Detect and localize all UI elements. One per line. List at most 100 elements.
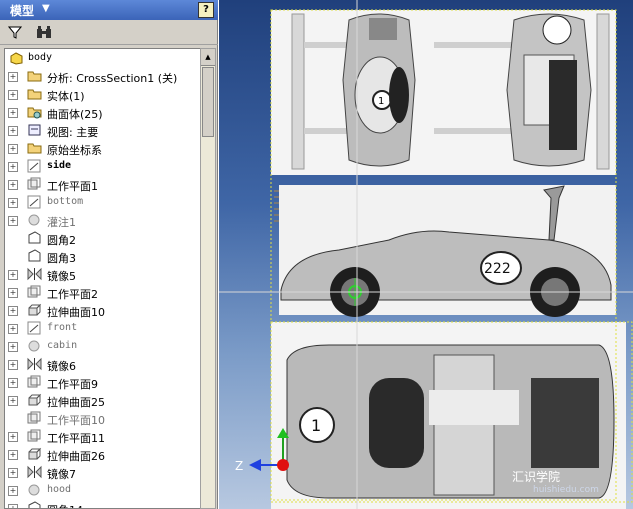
tree-item[interactable]: + 镜像6 (5, 356, 200, 374)
expand-toggle[interactable]: + (8, 486, 18, 496)
expand-toggle[interactable]: + (8, 126, 18, 136)
tree-item-label: 实体(1) (47, 90, 85, 103)
expand-toggle[interactable]: + (8, 432, 18, 442)
tree-item-label: 拉伸曲面26 (47, 450, 105, 463)
panel-title[interactable]: 模型 (10, 2, 34, 19)
panel-title-bar[interactable]: 模型 ▼ ? (0, 0, 218, 20)
svg-text:1: 1 (311, 416, 321, 435)
tree-scrollbar[interactable]: ▲ (200, 48, 216, 509)
fillet-icon (27, 231, 42, 245)
expand-toggle[interactable]: + (8, 288, 18, 298)
tree-item[interactable]: + bottom (5, 194, 200, 212)
expand-toggle[interactable]: + (8, 216, 18, 226)
tree-item-label: 镜像6 (47, 360, 76, 373)
tree-item[interactable]: body (5, 50, 200, 68)
tree-item-label: 分析: CrossSection1 (关) (47, 72, 178, 85)
extrude-icon (27, 447, 42, 461)
tree-item-label: 灌注1 (47, 216, 76, 229)
tree-item-label: 镜像5 (47, 270, 76, 283)
chevron-down-icon[interactable]: ▼ (42, 3, 50, 14)
tree-item[interactable]: + 实体(1) (5, 86, 200, 104)
expand-toggle[interactable]: + (8, 378, 18, 388)
expand-toggle[interactable]: + (8, 198, 18, 208)
z-axis-label: Z (235, 459, 243, 473)
tree-item[interactable]: + 分析: CrossSection1 (关) (5, 68, 200, 86)
car-blueprint-image: 1 222 1 Z (219, 0, 633, 509)
tree-item[interactable]: + 镜像5 (5, 266, 200, 284)
expand-toggle[interactable]: + (8, 180, 18, 190)
expand-toggle[interactable]: + (8, 270, 18, 280)
work-plane-icon (27, 411, 42, 425)
tree-item[interactable]: + 拉伸曲面25 (5, 392, 200, 410)
tree-item[interactable]: + 镜像7 (5, 464, 200, 482)
tree-item-label: 镜像7 (47, 468, 76, 481)
expand-toggle[interactable]: + (8, 342, 18, 352)
tree-item[interactable]: 圆角2 (5, 230, 200, 248)
tree-item[interactable]: + 原始坐标系 (5, 140, 200, 158)
expand-toggle[interactable]: + (8, 72, 18, 82)
extrude-icon (27, 303, 42, 317)
tree-item[interactable]: + 工作平面9 (5, 374, 200, 392)
surface-folder-icon (27, 105, 42, 119)
tree-item[interactable]: + 视图: 主要 (5, 122, 200, 140)
expand-toggle[interactable]: + (8, 162, 18, 172)
folder-icon (27, 69, 42, 83)
tree-item-label: 圆角3 (47, 252, 76, 265)
part-icon (9, 51, 24, 65)
sketch-icon (27, 195, 42, 209)
expand-toggle[interactable]: + (8, 90, 18, 100)
filter-icon[interactable] (8, 25, 22, 39)
tree-item-label: 工作平面11 (47, 432, 105, 445)
expand-toggle[interactable]: + (8, 144, 18, 154)
expand-toggle[interactable]: + (8, 504, 18, 508)
expand-toggle[interactable]: + (8, 450, 18, 460)
tree-item[interactable]: + 工作平面1 (5, 176, 200, 194)
graphics-viewport[interactable]: 1 222 1 Z 汇识学院 huishiedu.com (219, 0, 633, 509)
tree-item[interactable]: + 拉伸曲面26 (5, 446, 200, 464)
mirror-icon (27, 267, 42, 281)
tree-item[interactable]: + side (5, 158, 200, 176)
tree-item-label: front (47, 322, 78, 333)
tree-item[interactable]: + 圆角14 (5, 500, 200, 508)
tree-item-label: hood (47, 484, 72, 495)
tree-item[interactable]: 圆角3 (5, 248, 200, 266)
expand-toggle[interactable]: + (8, 108, 18, 118)
tree-item[interactable]: + 工作平面2 (5, 284, 200, 302)
work-plane-icon (27, 375, 42, 389)
tree-item[interactable]: + 灌注1 (5, 212, 200, 230)
folder-icon (27, 87, 42, 101)
expand-toggle[interactable]: + (8, 396, 18, 406)
view-icon (27, 123, 42, 137)
expand-toggle[interactable]: + (8, 468, 18, 478)
mirror-icon (27, 357, 42, 371)
tree-item[interactable]: 工作平面10 (5, 410, 200, 428)
expand-toggle[interactable]: + (8, 324, 18, 334)
tree-item-label: 视图: 主要 (47, 126, 99, 139)
expand-toggle[interactable]: + (8, 306, 18, 316)
help-button[interactable]: ? (198, 2, 214, 18)
tree-item-label: 圆角2 (47, 234, 76, 247)
tree-item[interactable]: + hood (5, 482, 200, 500)
tree-item[interactable]: + cabin (5, 338, 200, 356)
tree-item-label: bottom (47, 196, 84, 207)
tree-item-label: cabin (47, 340, 78, 351)
tree-item[interactable]: + 工作平面11 (5, 428, 200, 446)
tree-item[interactable]: + 拉伸曲面10 (5, 302, 200, 320)
mirror-icon (27, 465, 42, 479)
tree-item[interactable]: + 曲面体(25) (5, 104, 200, 122)
tree-item-label: body (28, 52, 53, 63)
binoculars-icon[interactable] (36, 25, 52, 39)
tree-item-label: 拉伸曲面25 (47, 396, 105, 409)
tree-item-label: side (47, 160, 72, 171)
work-plane-icon (27, 285, 42, 299)
scroll-up-arrow-icon[interactable]: ▲ (201, 49, 215, 66)
extrude-icon (27, 393, 42, 407)
fill-icon (27, 483, 42, 497)
fillet-icon (27, 249, 42, 263)
sketch-icon (27, 321, 42, 335)
tree-item-label: 曲面体(25) (47, 108, 103, 121)
svg-text:1: 1 (378, 96, 384, 107)
expand-toggle[interactable]: + (8, 360, 18, 370)
scroll-thumb[interactable] (202, 67, 214, 137)
tree-item[interactable]: + front (5, 320, 200, 338)
